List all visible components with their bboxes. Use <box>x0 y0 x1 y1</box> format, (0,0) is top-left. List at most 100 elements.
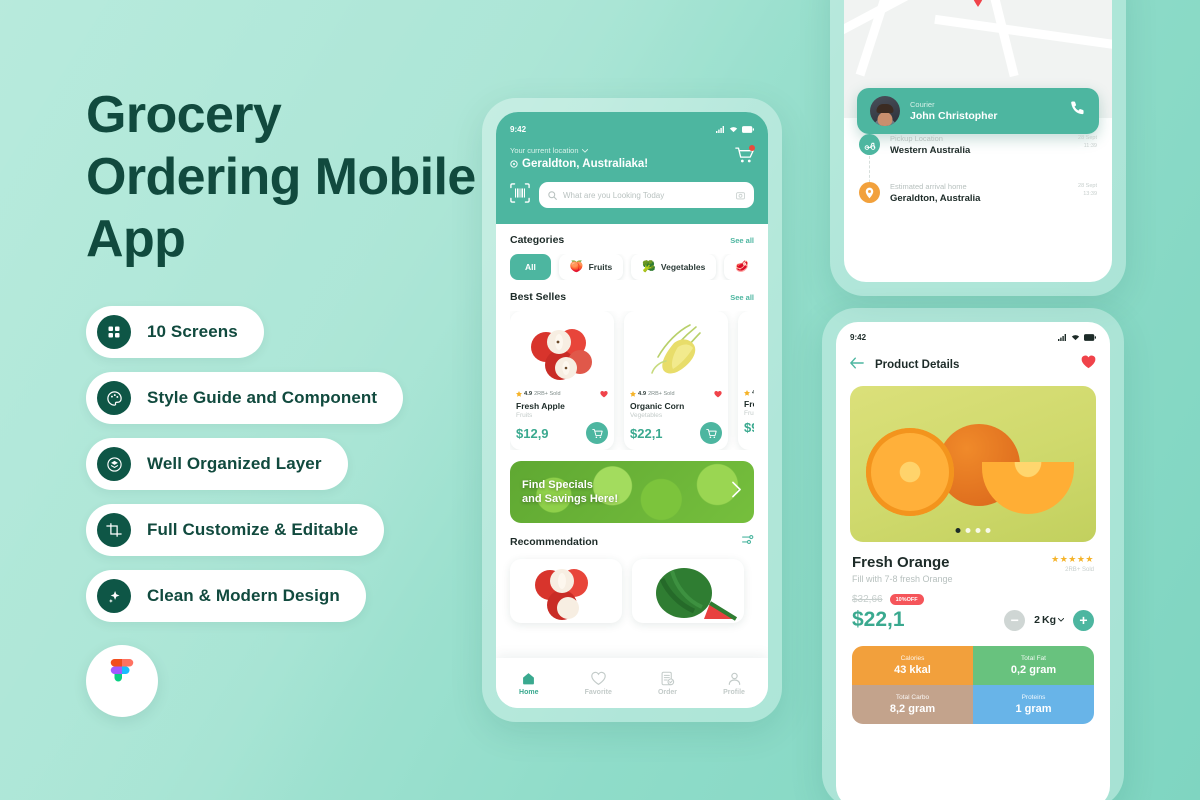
category-chip-list: All 🍑 Fruits 🥦 Vegetables 🥩 Meat <box>510 254 754 280</box>
product-image-apples <box>535 569 588 620</box>
category-chip-vegetables[interactable]: 🥦 Vegetables <box>631 254 717 280</box>
carousel-dots <box>955 528 991 533</box>
carousel-dot[interactable] <box>975 528 981 533</box>
quantity-value[interactable]: 2 Kg <box>1034 614 1064 626</box>
courier-card[interactable]: Courier John Christopher <box>857 88 1099 134</box>
product-sold: 2RB+ Sold <box>1065 567 1094 573</box>
carousel-dot[interactable] <box>985 528 991 533</box>
filter-icon[interactable] <box>741 533 754 551</box>
quantity-decrease-button[interactable]: − <box>1004 609 1026 631</box>
feature-pill-list: 10 Screens Style Guide and Component Wel… <box>86 306 486 622</box>
product-category: Fruits <box>516 412 533 419</box>
category-chip-label: Vegetables <box>660 262 706 272</box>
map-road <box>934 14 1112 51</box>
map-pin-icon <box>970 0 987 12</box>
product-hero-image[interactable] <box>850 386 1096 542</box>
person-icon <box>728 672 740 685</box>
location-row[interactable]: Your current location Geraldton, Austral… <box>510 145 755 170</box>
heart-filled-icon[interactable] <box>714 390 722 398</box>
crop-icon <box>97 513 131 547</box>
tab-favorite[interactable]: Favorite <box>585 671 612 696</box>
product-price-row: $22,1 <box>630 422 722 444</box>
recommendation-card[interactable] <box>510 559 622 623</box>
scooter-icon <box>859 134 880 155</box>
search-row: What are you Looking Today <box>510 182 754 208</box>
wifi-icon <box>1071 334 1080 340</box>
product-card[interactable]: 4.9 2RB+ Sold Organic Corn Vegetables $2… <box>624 311 728 450</box>
timeline-date: 28 Sept <box>1078 135 1097 141</box>
status-icons <box>1058 333 1096 341</box>
category-chip-all[interactable]: All <box>510 254 551 280</box>
orange-wedge <box>982 462 1074 514</box>
timeline-row-pickup: Pickup Location Western Australia 28 Sep… <box>859 134 1097 192</box>
best-sellers-see-all[interactable]: See all <box>730 293 754 302</box>
promo-banner[interactable]: Find Specials and Savings Here! <box>510 461 754 523</box>
recommendation-card[interactable] <box>632 559 744 623</box>
feature-pill-customize[interactable]: Full Customize & Editable <box>86 504 385 556</box>
star-icon: ★★★★★ <box>1051 554 1094 564</box>
meat-icon: 🥩 <box>735 260 750 273</box>
category-chip-fruits[interactable]: 🍑 Fruits <box>558 254 624 280</box>
phone-icon[interactable] <box>1069 100 1086 122</box>
arrow-left-icon[interactable] <box>850 356 864 374</box>
home-header: 9:42 Your current location Geraldton, Au… <box>496 112 768 224</box>
product-meta: 4.9 2RB+ <box>744 390 754 396</box>
carousel-dot[interactable] <box>955 528 961 533</box>
tab-order[interactable]: Order <box>658 671 677 696</box>
promo-banner-text: Find Specials and Savings Here! <box>522 478 618 506</box>
product-rating: 4.9 2RB+ Sold <box>516 391 561 397</box>
nutrition-cell-calories: Calories 43 kkal <box>852 646 973 685</box>
search-placeholder: What are you Looking Today <box>563 190 665 200</box>
quantity-unit: Kg <box>1042 614 1056 626</box>
bottom-tab-bar: Home Favorite Order Profile <box>496 658 768 708</box>
feature-pill-screens[interactable]: 10 Screens <box>86 306 264 358</box>
product-category: Fruits <box>744 410 754 417</box>
product-rating: 4.9 2RB+ <box>744 390 754 396</box>
home-content: Categories See all All 🍑 Fruits 🥦 Vegeta… <box>496 224 768 623</box>
nutrition-grid: Calories 43 kkal Total Fat 0,2 gram Tota… <box>852 646 1094 724</box>
feature-pill-label: Style Guide and Component <box>147 388 378 407</box>
status-time: 9:42 <box>850 332 867 342</box>
add-to-cart-button[interactable] <box>700 422 722 444</box>
search-input[interactable]: What are you Looking Today <box>539 182 754 208</box>
location-value: Geraldton, Australiaka! <box>522 158 649 170</box>
recommendation-list <box>510 559 754 623</box>
carousel-dot[interactable] <box>965 528 971 533</box>
discount-badge: 10%OFF <box>889 594 924 605</box>
feature-pill-layers[interactable]: Well Organized Layer <box>86 438 348 490</box>
barcode-icon[interactable] <box>510 182 530 208</box>
product-card[interactable]: 4.9 2RB+ Sold Fresh Apple Fruits $12,9 <box>510 311 614 450</box>
product-old-price: $32,66 <box>852 594 883 605</box>
cart-icon[interactable] <box>735 145 755 169</box>
product-name: Organic Corn <box>630 401 685 411</box>
heart-filled-icon[interactable] <box>1081 355 1096 374</box>
timeline-label: Estimated arrival home <box>890 182 967 191</box>
add-to-cart-button[interactable] <box>586 422 608 444</box>
timeline-row-arrival: Estimated arrival home Geraldton, Austra… <box>859 182 1097 204</box>
product-card[interactable]: 4.9 2RB+ Fresh Water Fruits $9.99 <box>738 311 754 450</box>
figma-logo <box>86 645 158 717</box>
courier-name: John Christopher <box>910 110 998 122</box>
timeline-value: Western Australia <box>890 145 971 156</box>
tab-profile[interactable]: Profile <box>723 671 745 696</box>
signal-icon <box>1058 333 1066 341</box>
tab-home[interactable]: Home <box>519 671 539 696</box>
tracking-screen: Courier John Christopher Pickup Location… <box>844 0 1112 282</box>
status-time: 9:42 <box>510 124 527 134</box>
heart-filled-icon[interactable] <box>600 390 608 398</box>
cart-badge-dot <box>749 145 755 151</box>
categories-see-all[interactable]: See all <box>730 236 754 245</box>
product-image-corn <box>630 317 722 385</box>
feature-pill-style-guide[interactable]: Style Guide and Component <box>86 372 404 424</box>
map-road <box>855 0 902 77</box>
sparkle-icon <box>97 579 131 613</box>
chevron-down-icon <box>1058 618 1064 622</box>
quantity-increase-button[interactable]: + <box>1073 609 1094 631</box>
product-sold: 2RB+ Sold <box>648 391 675 397</box>
category-chip-meat[interactable]: 🥩 Meat <box>724 254 754 280</box>
chevron-right-icon[interactable] <box>731 481 742 503</box>
feature-pill-design[interactable]: Clean & Modern Design <box>86 570 366 622</box>
left-panel: Grocery Ordering Mobile App 10 Screens S… <box>86 84 486 622</box>
nutrition-value: 8,2 gram <box>889 703 936 715</box>
categories-title: Categories <box>510 234 565 246</box>
